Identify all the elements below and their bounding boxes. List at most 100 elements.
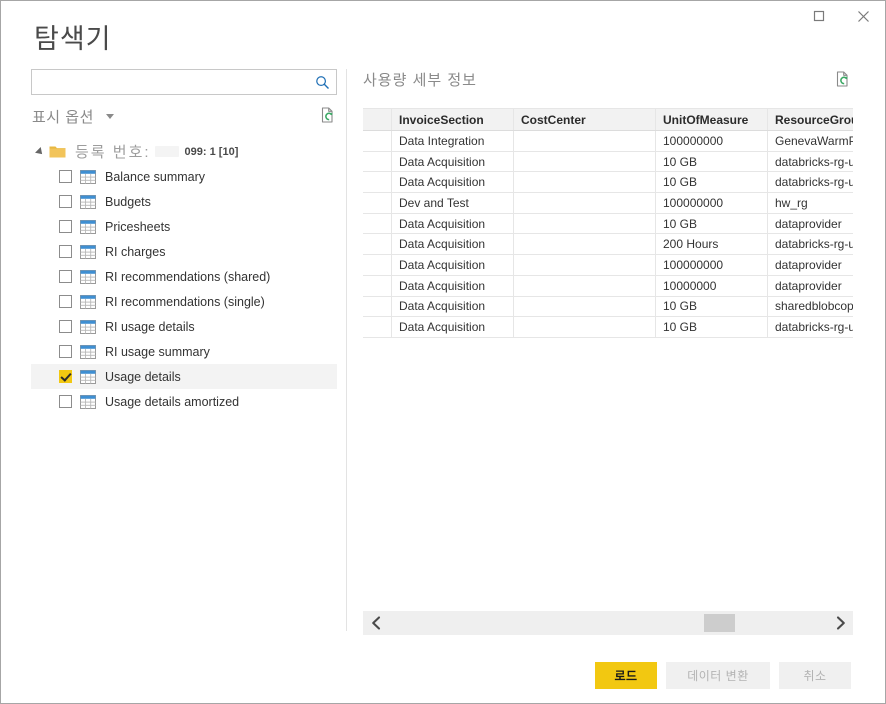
preview-title: 사용량 세부 정보 [363, 69, 477, 90]
table-row[interactable]: Dev and Test100000000hw_rg [363, 193, 853, 214]
table-cell: databricks-rg-uae_databricks- [768, 234, 854, 255]
checkbox-unchecked[interactable] [59, 270, 72, 283]
search-input[interactable] [32, 70, 308, 94]
table-row[interactable]: Data Integration100000000GenevaWarmPathM… [363, 131, 853, 152]
folder-icon [49, 145, 66, 159]
tree-item-label: RI usage summary [105, 345, 210, 359]
table-cell [514, 213, 656, 234]
tree-root-count: 099: 1 [10] [185, 146, 239, 158]
table-column-header[interactable] [363, 109, 392, 131]
checkbox-unchecked[interactable] [59, 245, 72, 258]
table-cell [363, 317, 392, 338]
chevron-expand-icon[interactable] [35, 147, 45, 157]
checkbox-unchecked[interactable] [59, 320, 72, 333]
tree-item-label: Balance summary [105, 170, 205, 184]
table-icon [80, 245, 96, 259]
table-cell [363, 172, 392, 193]
table-cell [514, 172, 656, 193]
table-cell: 100000000 [656, 193, 768, 214]
tree-item[interactable]: RI usage summary [31, 339, 337, 364]
tree-item-list: Balance summary Budgets PricesheetsRI char… [31, 164, 337, 414]
table-cell: Data Integration [392, 131, 514, 152]
left-pane: 표시 옵션 등록 번호: 09 [31, 69, 341, 631]
preview-refresh-button[interactable] [834, 70, 852, 88]
table-cell: sharedblobcopy [768, 296, 854, 317]
load-button[interactable]: 로드 [595, 662, 657, 689]
table-cell [514, 131, 656, 152]
checkbox-unchecked[interactable] [59, 345, 72, 358]
table-icon-wrap [80, 345, 105, 359]
table-cell [363, 296, 392, 317]
table-icon-wrap [80, 170, 105, 184]
tree-item[interactable]: Budgets [31, 189, 337, 214]
scroll-right-button[interactable] [827, 611, 853, 635]
refresh-button[interactable] [319, 106, 337, 124]
table-row[interactable]: Data Acquisition10 GBdatabricks-rg-uae_d… [363, 317, 853, 338]
table-icon [80, 195, 96, 209]
table-row[interactable]: Data Acquisition10 GBdatabricks-rg-uae_d… [363, 172, 853, 193]
search-box[interactable] [31, 69, 337, 95]
tree-item[interactable]: Balance summary [31, 164, 337, 189]
transform-data-button[interactable]: 데이터 변환 [666, 662, 770, 689]
table-column-header[interactable]: ResourceGroup [768, 109, 854, 131]
table-row[interactable]: Data Acquisition10 GBdataprovider [363, 213, 853, 234]
table-cell [363, 151, 392, 172]
table-row[interactable]: Data Acquisition10000000dataprovider [363, 275, 853, 296]
refresh-icon [834, 70, 852, 88]
close-button[interactable] [841, 1, 885, 31]
tree-item[interactable]: Pricesheets [31, 214, 337, 239]
refresh-icon [319, 106, 337, 124]
table-row[interactable]: Data Acquisition100000000dataprovider [363, 255, 853, 276]
table-cell: GenevaWarmPathManageRG [768, 131, 854, 152]
table-column-header[interactable]: CostCenter [514, 109, 656, 131]
navigator-tree: 등록 번호: 099: 1 [10] Balance summary Budget… [31, 139, 337, 414]
search-icon[interactable] [313, 73, 331, 91]
table-row[interactable]: Data Acquisition10 GBsharedblobcopy [363, 296, 853, 317]
table-row[interactable]: Data Acquisition200 Hoursdatabricks-rg-u… [363, 234, 853, 255]
table-cell: databricks-rg-uae_databricks- [768, 151, 854, 172]
table-body: Data Integration 100000000 GenevaWarmPathM… [363, 131, 853, 338]
tree-item-label: RI recommendations (shared) [105, 270, 270, 284]
table-cell [363, 213, 392, 234]
scrollbar-track[interactable] [389, 611, 827, 635]
maximize-button[interactable] [797, 1, 841, 31]
tree-item[interactable]: RI charges [31, 239, 337, 264]
table-icon-wrap [80, 320, 105, 334]
horizontal-scrollbar[interactable] [363, 611, 853, 635]
scroll-left-button[interactable] [363, 611, 389, 635]
table-cell: 10 GB [656, 151, 768, 172]
checkbox-checked[interactable] [59, 370, 72, 383]
checkbox-unchecked[interactable] [59, 170, 72, 183]
maximize-icon [813, 10, 825, 22]
checkbox-unchecked[interactable] [59, 195, 72, 208]
table-cell: 10 GB [656, 213, 768, 234]
tree-item-label: RI recommendations (single) [105, 295, 265, 309]
tree-item[interactable]: Usage details amortized [31, 389, 337, 414]
tree-item[interactable]: RI recommendations (shared) [31, 264, 337, 289]
table-icon-wrap [80, 270, 105, 284]
table-icon [80, 395, 96, 409]
checkbox-unchecked[interactable] [59, 220, 72, 233]
tree-root-node[interactable]: 등록 번호: 099: 1 [10] [31, 139, 337, 164]
cancel-button[interactable]: 취소 [779, 662, 851, 689]
table-cell: Data Acquisition [392, 234, 514, 255]
display-options-label: 표시 옵션 [32, 109, 94, 126]
table-cell: hw_rg [768, 193, 854, 214]
tree-item[interactable]: Usage details [31, 364, 337, 389]
table-column-header[interactable]: InvoiceSection [392, 109, 514, 131]
table-row[interactable]: Data Acquisition10 GBdatabricks-rg-uae_d… [363, 151, 853, 172]
table-icon-wrap [80, 220, 105, 234]
table-header: InvoiceSectionCostCenterUnitOfMeasureRes… [363, 109, 853, 131]
tree-item[interactable]: RI usage details [31, 314, 337, 339]
table-icon [80, 370, 96, 384]
display-options-dropdown[interactable]: 표시 옵션 [32, 106, 114, 127]
checkbox-unchecked[interactable] [59, 395, 72, 408]
magnifier-glyph [315, 75, 330, 90]
scrollbar-thumb[interactable] [704, 614, 735, 632]
tree-item[interactable]: RI recommendations (single) [31, 289, 337, 314]
display-options-row: 표시 옵션 [31, 106, 341, 128]
checkbox-unchecked[interactable] [59, 295, 72, 308]
tree-item-label: Usage details [105, 370, 181, 384]
table-column-header[interactable]: UnitOfMeasure [656, 109, 768, 131]
tree-item-label: Budgets [105, 195, 151, 209]
